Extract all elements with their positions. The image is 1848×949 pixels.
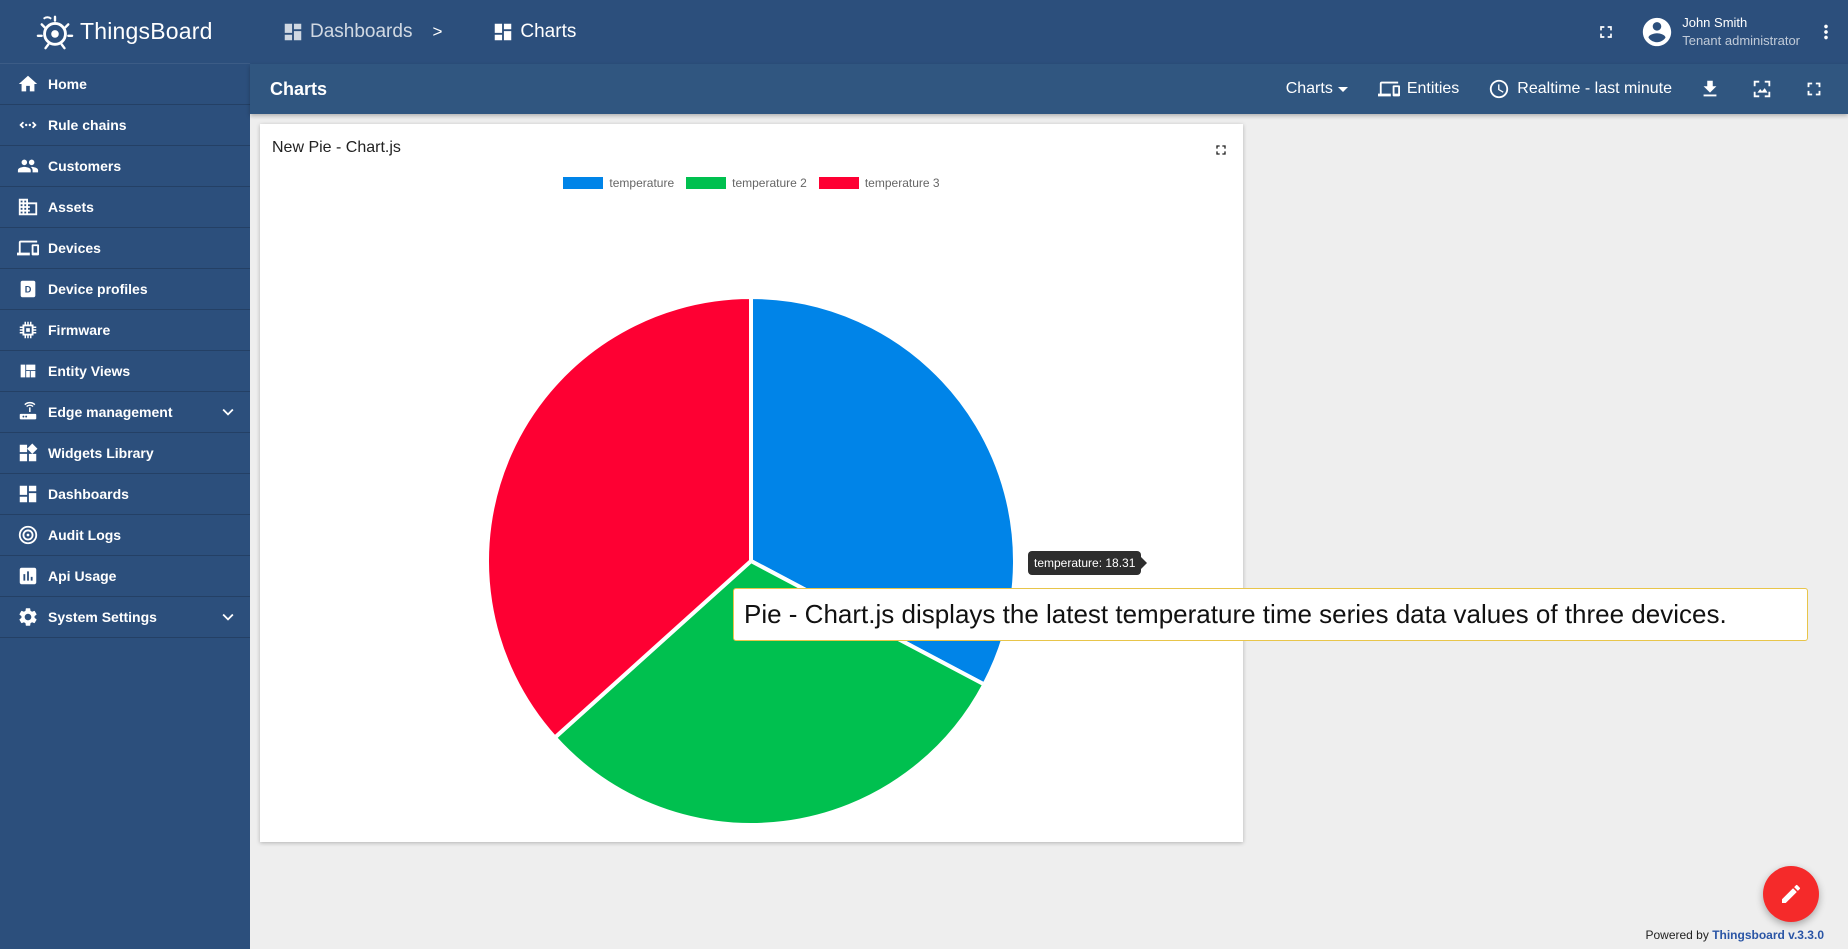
- device-profile-icon: D: [16, 277, 40, 301]
- gear-icon: [16, 605, 40, 629]
- dashboard-icon: [282, 21, 304, 43]
- user-role: Tenant administrator: [1682, 33, 1800, 48]
- logo[interactable]: ThingsBoard: [0, 0, 250, 64]
- fullscreen-icon: [1600, 26, 1613, 38]
- more-vert-icon: [1824, 24, 1828, 40]
- entities-button[interactable]: Entities: [1377, 77, 1459, 101]
- sidebar-item-label: Audit Logs: [48, 527, 122, 543]
- sidebar-item-devices[interactable]: Devices: [0, 228, 250, 269]
- devices-icon: [16, 236, 40, 260]
- dashboard-toolbar: Charts Charts Entities Realtime - last m…: [250, 64, 1848, 114]
- pie-chart-widget: New Pie - Chart.js temperature temperatur…: [260, 124, 1243, 842]
- fullscreen-button[interactable]: [1586, 12, 1626, 52]
- sidebar-item-label: Devices: [48, 240, 101, 256]
- sidebar-item-widgets-library[interactable]: Widgets Library: [0, 433, 250, 474]
- sidebar-item-edge-management[interactable]: Edge management: [0, 392, 250, 433]
- sidebar-item-label: Entity Views: [48, 363, 131, 379]
- sidebar-item-assets[interactable]: Assets: [0, 187, 250, 228]
- state-select[interactable]: Charts: [1286, 80, 1349, 98]
- account-circle-icon: [1643, 17, 1672, 47]
- home-icon: [16, 72, 40, 96]
- layout-button[interactable]: [1742, 69, 1782, 109]
- sidebar-item-label: Api Usage: [48, 568, 117, 584]
- sidebar-nav: Home Rule chains Customers Assets Devices D De…: [0, 64, 250, 638]
- user-name: John Smith: [1682, 15, 1748, 30]
- assets-icon: [16, 195, 40, 219]
- sidebar-item-label: Customers: [48, 158, 122, 174]
- sidebar: ThingsBoard Home Rule chains Customers Asse…: [0, 0, 250, 949]
- breadcrumb-separator: >: [432, 22, 443, 41]
- rule-chain-icon: [16, 113, 40, 137]
- svg-text:D: D: [25, 285, 32, 295]
- sidebar-item-home[interactable]: Home: [0, 64, 250, 105]
- clock-icon: [1487, 77, 1511, 101]
- dashboard-fullscreen-button[interactable]: [1794, 69, 1834, 109]
- image-aspect-icon: [1753, 80, 1771, 98]
- chevron-down-icon[interactable]: [216, 605, 240, 629]
- sidebar-item-label: Assets: [48, 199, 94, 215]
- top-bar: Dashboards > Charts John Smith Tenant ad…: [250, 0, 1848, 64]
- more-menu-button[interactable]: [1808, 12, 1844, 52]
- sidebar-item-dashboards[interactable]: Dashboards: [0, 474, 250, 515]
- sidebar-item-system-settings[interactable]: System Settings: [0, 597, 250, 638]
- pie-chart: [485, 294, 1017, 827]
- widgets-icon: [16, 441, 40, 465]
- app-name: ThingsBoard: [80, 18, 213, 44]
- user-menu[interactable]: John Smith Tenant administrator: [1640, 14, 1800, 50]
- sidebar-item-firmware[interactable]: Firmware: [0, 310, 250, 351]
- sidebar-item-audit-logs[interactable]: Audit Logs: [0, 515, 250, 556]
- chart-tooltip: temperature: 18.31: [1028, 551, 1148, 575]
- fullscreen-icon: [1807, 82, 1821, 96]
- entity-views-icon: [16, 359, 40, 383]
- bar-chart-icon: [16, 564, 40, 588]
- timewindow-button[interactable]: Realtime - last minute: [1487, 77, 1672, 101]
- sidebar-item-label: Home: [48, 76, 87, 92]
- sidebar-item-label: Dashboards: [48, 486, 129, 502]
- sidebar-item-api-usage[interactable]: Api Usage: [0, 556, 250, 597]
- sidebar-item-label: Widgets Library: [48, 445, 154, 461]
- edit-icon: [1782, 884, 1801, 903]
- sidebar-item-device-profiles[interactable]: D Device profiles: [0, 269, 250, 310]
- breadcrumb-dashboards[interactable]: Dashboards: [282, 21, 412, 43]
- sidebar-item-entity-views[interactable]: Entity Views: [0, 351, 250, 392]
- sidebar-item-rule-chains[interactable]: Rule chains: [0, 105, 250, 146]
- chevron-down-icon[interactable]: [216, 400, 240, 424]
- entities-label: Entities: [1406, 80, 1460, 97]
- devices-icon: [1377, 77, 1401, 101]
- customers-icon: [16, 154, 40, 178]
- dashboard-icon: [16, 482, 40, 506]
- export-button[interactable]: [1690, 69, 1730, 109]
- caption: Pie - Chart.js displays the latest tempe…: [733, 588, 1808, 641]
- sidebar-item-label: System Settings: [48, 609, 157, 625]
- powered-by: Powered by Thingsboard v.3.3.0: [1645, 928, 1824, 942]
- powered-prefix: Powered by: [1645, 928, 1709, 942]
- state-label: Charts: [1285, 80, 1333, 97]
- powered-brand-link[interactable]: Thingsboard v.3.3.0: [1712, 928, 1824, 942]
- timewindow-label: Realtime - last minute: [1517, 80, 1672, 97]
- breadcrumb-label: Charts: [520, 21, 577, 42]
- thingsboard-logo-icon: [36, 15, 74, 49]
- sidebar-item-label: Rule chains: [48, 117, 127, 133]
- breadcrumb-charts: Charts: [492, 21, 576, 43]
- download-icon: [1703, 80, 1717, 97]
- edit-dashboard-button[interactable]: [1763, 866, 1819, 922]
- dashboard-title: Charts: [270, 78, 328, 99]
- sidebar-item-customers[interactable]: Customers: [0, 146, 250, 187]
- caret-down-icon: [1337, 87, 1348, 92]
- router-icon: [16, 400, 40, 424]
- dashboard-icon: [492, 21, 514, 43]
- sidebar-item-label: Firmware: [48, 322, 111, 338]
- sidebar-item-label: Device profiles: [48, 281, 148, 297]
- firmware-icon: [16, 318, 40, 342]
- breadcrumb-label: Dashboards: [310, 21, 413, 42]
- sidebar-item-label: Edge management: [48, 404, 173, 420]
- audit-icon: [16, 523, 40, 547]
